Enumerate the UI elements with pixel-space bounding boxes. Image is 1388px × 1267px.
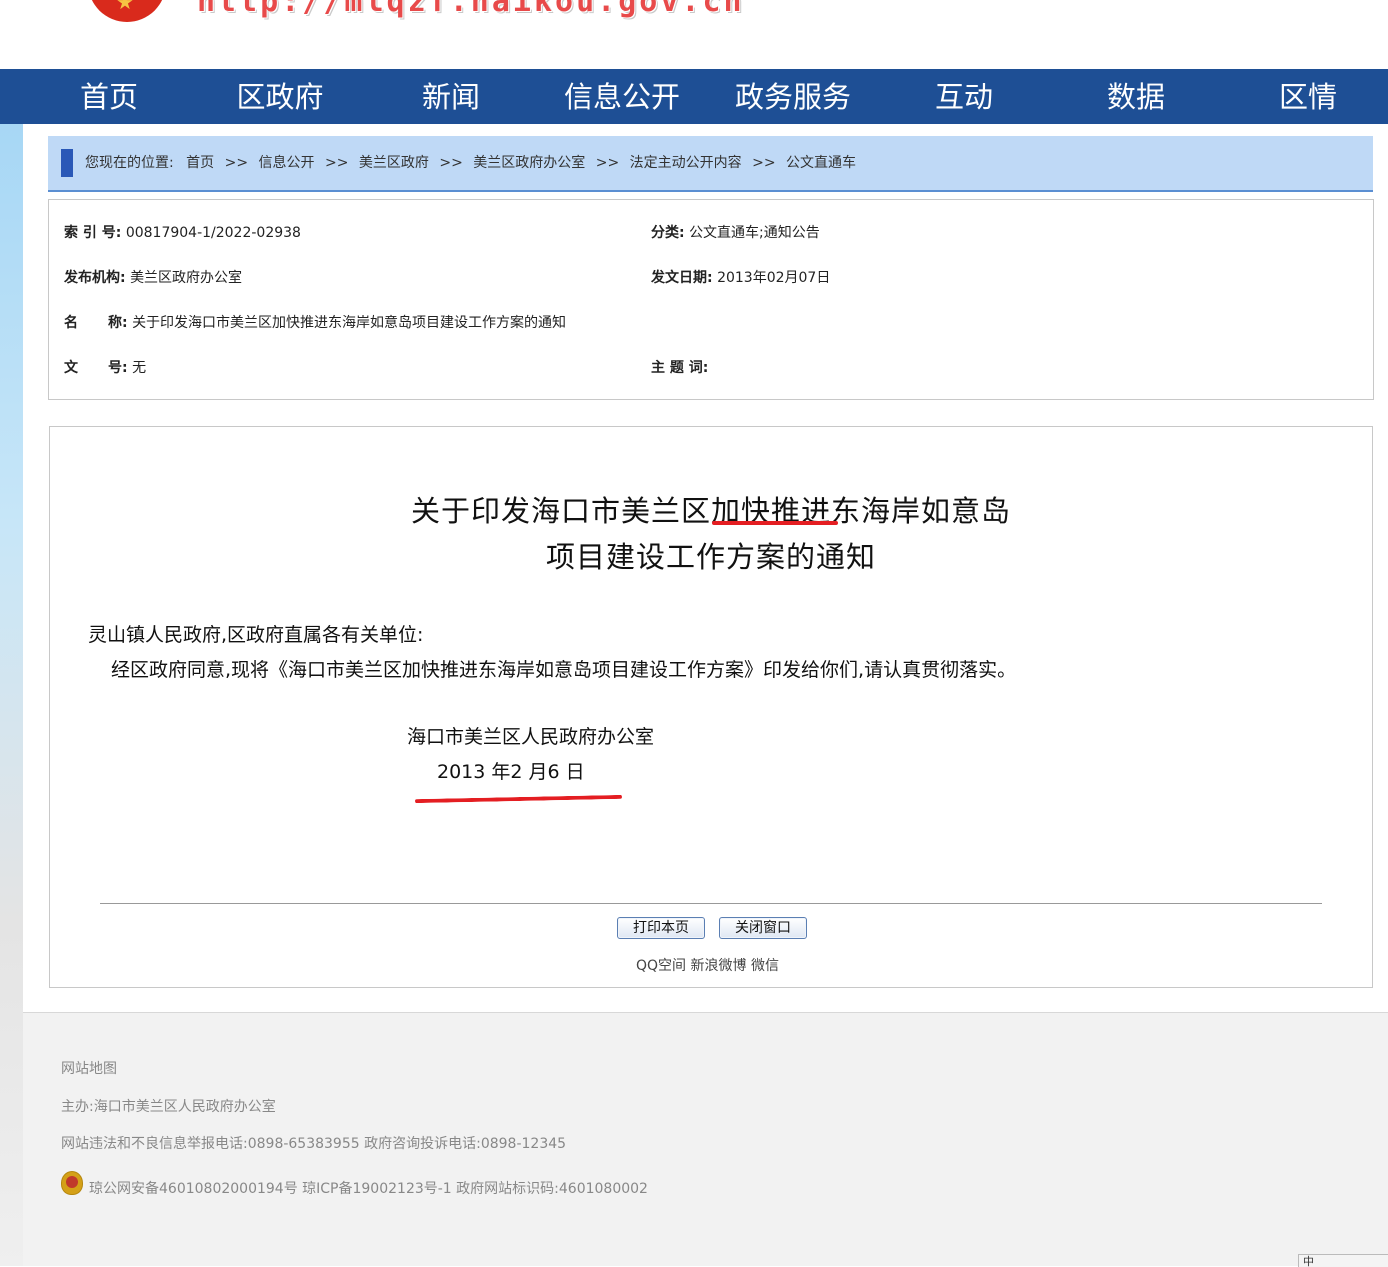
meta-document-name: 名 称: 关于印发海口市美兰区加快推进东海岸如意岛项目建设工作方案的通知 [64,313,566,333]
meta-document-number: 文 号: 无 [64,358,146,378]
content-divider [100,903,1322,904]
share-qzone-link[interactable]: QQ空间 [636,958,686,974]
document-body-paragraph: 经区政府同意,现将《海口市美兰区加快推进东海岸如意岛项目建设工作方案》印发给你们… [111,659,1017,681]
document-title-line1: 关于印发海口市美兰区加快推进东海岸如意岛 [410,494,1011,528]
nav-item-district-government[interactable]: 区政府 [210,69,350,124]
left-margin [23,124,48,1013]
breadcrumb-prefix: 您现在的位置: [85,155,174,171]
document-title-line2: 项目建设工作方案的通知 [545,540,876,574]
left-decorative-strip [0,124,23,1266]
breadcrumb-separator: >> [439,155,463,171]
print-button[interactable]: 打印本页 [617,917,705,939]
document-addressee: 灵山镇人民政府,区政府直属各有关单位: [88,624,424,646]
document-signer: 海口市美兰区人民政府办公室 [407,726,655,748]
share-weibo-link[interactable]: 新浪微博 [691,958,747,974]
footer-record-info[interactable]: 琼公网安备46010802000194号 琼ICP备19002123号-1 政府… [89,1179,648,1199]
breadcrumb-separator: >> [595,155,620,171]
ime-mode-label: 中 [1303,1255,1314,1267]
star-icon: ★ [116,0,134,14]
site-url-banner: http://mlqzf.haikou.gov.cn [197,0,745,19]
red-date-underline [414,794,623,804]
meta-docno-value: 无 [132,360,147,376]
main-nav: 首页 区政府 新闻 信息公开 政务服务 互动 数据 区情 [0,69,1388,124]
footer-sitemap-link[interactable]: 网站地图 [61,1059,117,1079]
footer-host: 主办:海口市美兰区人民政府办公室 [61,1099,276,1115]
share-wechat-link[interactable]: 微信 [751,958,779,974]
ime-toolbar[interactable]: 中 [1298,1254,1388,1267]
national-emblem-logo: ★ [88,0,166,22]
meta-docno-label-part1: 文 [64,360,78,376]
breadcrumb: 您现在的位置: 首页 >> 信息公开 >> 美兰区政府 >> 美兰区政府办公室 … [48,136,1373,192]
police-badge-icon[interactable] [61,1171,83,1195]
meta-publisher: 发布机构: 美兰区政府办公室 [64,268,242,288]
meta-docno-label-part2: 号: [108,360,128,376]
nav-item-news[interactable]: 新闻 [381,69,521,124]
meta-category-label: 分类: [651,225,685,241]
breadcrumb-link-meilan-government[interactable]: 美兰区政府 [359,155,429,171]
meta-category: 分类: 公文直通车;通知公告 [651,223,820,243]
meta-publisher-label: 发布机构: [64,270,126,286]
nav-item-home[interactable]: 首页 [39,69,179,124]
close-window-button[interactable]: 关闭窗口 [719,917,807,939]
red-highlight-underline [712,521,838,525]
document-sign-date: 2013 年2 月6 日 [437,761,585,783]
breadcrumb-link-document-express[interactable]: 公文直通车 [786,155,856,171]
meta-index-number: 索 引 号: 00817904-1/2022-02938 [64,223,301,243]
breadcrumb-marker [61,149,73,177]
meta-name-label-part2: 称: [108,315,128,331]
meta-index-value: 00817904-1/2022-02938 [125,225,301,241]
nav-item-information-disclosure[interactable]: 信息公开 [552,69,692,124]
footer-report-phone: 网站违法和不良信息举报电话:0898-65383955 政府咨询投诉电话:089… [61,1136,567,1152]
breadcrumb-link-statutory-disclosure[interactable]: 法定主动公开内容 [630,155,742,171]
nav-item-district-info[interactable]: 区情 [1238,69,1378,124]
breadcrumb-separator: >> [325,155,349,171]
share-links: QQ空间 新浪微博 微信 [636,955,779,975]
meta-index-label: 索 引 号: [64,225,122,241]
meta-date-value: 2013年02月07日 [717,270,831,286]
meta-issue-date: 发文日期: 2013年02月07日 [651,268,830,288]
site-header: ★ http://mlqzf.haikou.gov.cn [0,0,1388,69]
meta-keywords: 主 题 词: [651,358,708,378]
breadcrumb-separator: >> [752,155,776,171]
site-footer: 网站地图 主办:海口市美兰区人民政府办公室 网站违法和不良信息举报电话:0898… [23,1013,1388,1266]
meta-category-value: 公文直通车;通知公告 [689,225,820,241]
nav-item-government-services[interactable]: 政务服务 [723,69,863,124]
breadcrumb-link-home[interactable]: 首页 [186,155,214,171]
document-content: 关于印发海口市美兰区加快推进东海岸如意岛 项目建设工作方案的通知 灵山镇人民政府… [49,426,1373,988]
nav-item-data[interactable]: 数据 [1066,69,1206,124]
breadcrumb-separator: >> [224,155,249,171]
breadcrumb-trail: 您现在的位置: 首页 >> 信息公开 >> 美兰区政府 >> 美兰区政府办公室 … [85,153,856,173]
breadcrumb-link-information-disclosure[interactable]: 信息公开 [259,155,315,171]
document-metadata: 索 引 号: 00817904-1/2022-02938 分类: 公文直通车;通… [48,199,1374,400]
meta-publisher-value: 美兰区政府办公室 [130,270,243,286]
meta-name-value: 关于印发海口市美兰区加快推进东海岸如意岛项目建设工作方案的通知 [132,315,567,331]
breadcrumb-link-government-office[interactable]: 美兰区政府办公室 [473,155,585,171]
meta-date-label: 发文日期: [651,270,713,286]
nav-item-interaction[interactable]: 互动 [894,69,1034,124]
meta-keywords-label: 主 题 词: [651,360,709,376]
meta-name-label-part1: 名 [64,315,78,331]
